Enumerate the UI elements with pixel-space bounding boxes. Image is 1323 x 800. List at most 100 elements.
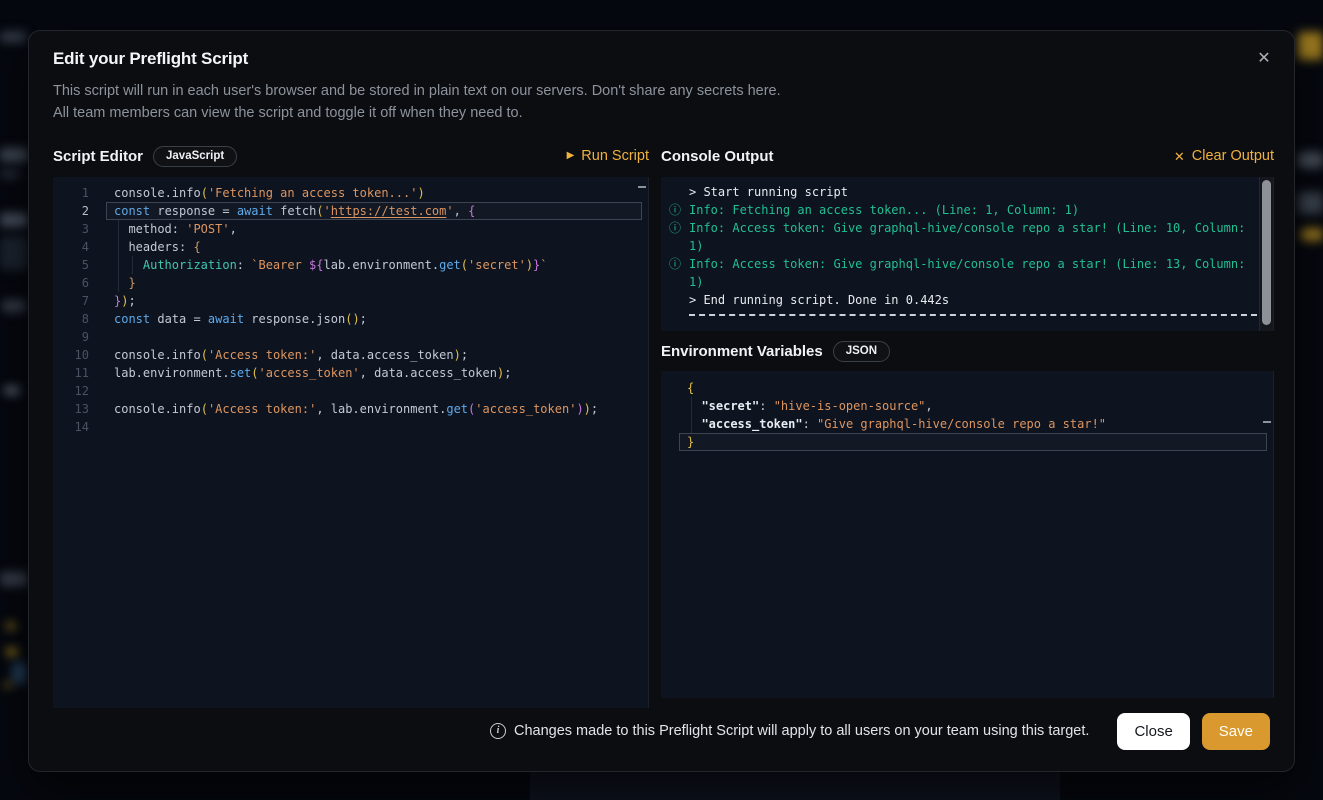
- clear-output-button[interactable]: ✕ Clear Output: [1174, 148, 1274, 164]
- code-line[interactable]: 12: [53, 382, 648, 400]
- run-script-button[interactable]: ▶ Run Script: [567, 148, 649, 164]
- javascript-badge: JavaScript: [153, 146, 237, 167]
- json-badge: JSON: [833, 341, 890, 362]
- background-blur: [0, 236, 28, 270]
- console-line-text: Info: Fetching an access token... (Line:…: [689, 201, 1257, 219]
- indent-guide: [687, 415, 701, 433]
- line-number: 6: [53, 274, 89, 292]
- console-scrollbar-thumb[interactable]: [1262, 180, 1271, 325]
- modal-title: Edit your Preflight Script: [53, 49, 1224, 69]
- active-line-highlight: [106, 202, 642, 220]
- console-output-panel[interactable]: > Start running scriptⓘInfo: Fetching an…: [661, 177, 1274, 331]
- save-button[interactable]: Save: [1202, 713, 1270, 750]
- code-line[interactable]: 11lab.environment.set('access_token', da…: [53, 364, 648, 382]
- script-editor[interactable]: 1console.info('Fetching an access token.…: [53, 177, 649, 708]
- footer-notice: i Changes made to this Preflight Script …: [490, 723, 1089, 739]
- line-number: 5: [53, 256, 89, 274]
- console-line: > Start running script: [669, 183, 1273, 201]
- line-number: 1: [53, 184, 89, 202]
- background-bottom-panel: [530, 772, 1060, 800]
- environment-variables-title: Environment Variables: [661, 343, 823, 360]
- console-line-indent: [669, 183, 689, 201]
- info-circle-icon: ⓘ: [669, 219, 689, 255]
- modal-description-line2: All team members can view the script and…: [53, 102, 1224, 124]
- background-blur: [0, 32, 26, 42]
- environment-variables-header: Environment Variables JSON: [661, 336, 1274, 366]
- line-number: 13: [53, 400, 89, 418]
- indent-guide: [128, 256, 142, 274]
- active-line-highlight: [679, 433, 1267, 451]
- code-line[interactable]: 14: [53, 418, 648, 436]
- indent-guide: [687, 397, 701, 415]
- modal-header: Edit your Preflight Script This script w…: [53, 49, 1224, 124]
- code-line[interactable]: 10console.info('Access token:', data.acc…: [53, 346, 648, 364]
- console-line-text: Info: Access token: Give graphql-hive/co…: [689, 255, 1257, 291]
- code-line[interactable]: 1console.info('Fetching an access token.…: [53, 184, 648, 202]
- background-blur: [0, 170, 20, 178]
- line-number: 12: [53, 382, 89, 400]
- script-editor-title: Script Editor: [53, 148, 143, 165]
- preflight-script-modal: ✕ Edit your Preflight Script This script…: [28, 30, 1295, 772]
- console-line: ⓘInfo: Access token: Give graphql-hive/c…: [669, 219, 1273, 255]
- close-button[interactable]: Close: [1117, 713, 1189, 750]
- code-line[interactable]: 3method: 'POST',: [53, 220, 648, 238]
- indent-guide: [114, 238, 128, 256]
- info-icon: i: [490, 723, 506, 739]
- code-line[interactable]: 13console.info('Access token:', lab.envi…: [53, 400, 648, 418]
- background-blur: [2, 300, 26, 312]
- console-line-text: > End running script. Done in 0.442s: [689, 291, 1257, 309]
- code-line[interactable]: 2const response = await fetch('https://t…: [53, 202, 648, 220]
- background-blur: [1301, 228, 1323, 241]
- background-blur: [1298, 152, 1323, 168]
- indent-guide: [114, 220, 128, 238]
- console-line: > End running script. Done in 0.442s: [669, 291, 1273, 309]
- modal-description-line1: This script will run in each user's brow…: [53, 80, 1224, 102]
- console-scrollbar[interactable]: [1259, 177, 1273, 331]
- script-editor-header: Script Editor JavaScript ▶ Run Script: [53, 141, 649, 171]
- line-number: 3: [53, 220, 89, 238]
- code-line[interactable]: 8const data = await response.json();: [53, 310, 648, 328]
- line-number: 2: [53, 202, 89, 220]
- code-line[interactable]: "secret": "hive-is-open-source",: [661, 397, 1273, 415]
- clear-icon: ✕: [1174, 150, 1185, 163]
- play-icon: ▶: [567, 151, 575, 161]
- run-script-label: Run Script: [581, 148, 649, 164]
- code-line[interactable]: {: [661, 379, 1273, 397]
- footer-notice-text: Changes made to this Preflight Script wi…: [514, 723, 1089, 739]
- modal-footer: i Changes made to this Preflight Script …: [53, 711, 1270, 751]
- code-line[interactable]: }: [661, 433, 1273, 451]
- console-line: ⓘInfo: Access token: Give graphql-hive/c…: [669, 255, 1273, 291]
- code-line[interactable]: "access_token": "Give graphql-hive/conso…: [661, 415, 1273, 433]
- console-output-title: Console Output: [661, 148, 774, 165]
- code-line[interactable]: 4headers: {: [53, 238, 648, 256]
- info-circle-icon: ⓘ: [669, 201, 689, 219]
- close-icon[interactable]: ✕: [1250, 45, 1278, 73]
- line-number: 11: [53, 364, 89, 382]
- background-blur: [4, 682, 12, 688]
- console-line-indent: [669, 291, 689, 309]
- background-blur: [1298, 192, 1323, 214]
- code-line[interactable]: 7});: [53, 292, 648, 310]
- console-separator: [689, 314, 1257, 316]
- indent-guide: [114, 274, 128, 292]
- code-line[interactable]: 5Authorization: `Bearer ${lab.environmen…: [53, 256, 648, 274]
- console-line: ⓘInfo: Fetching an access token... (Line…: [669, 201, 1273, 219]
- background-blur: [0, 148, 28, 162]
- background-blur: [0, 213, 28, 227]
- background-blur: [0, 572, 28, 586]
- code-line[interactable]: 6}: [53, 274, 648, 292]
- background-blur: [6, 622, 16, 630]
- line-number: 10: [53, 346, 89, 364]
- console-line-text: Info: Access token: Give graphql-hive/co…: [689, 219, 1257, 255]
- line-number: 4: [53, 238, 89, 256]
- code-line[interactable]: 9: [53, 328, 648, 346]
- background-blur: [12, 662, 26, 684]
- line-number: 14: [53, 418, 89, 436]
- background-blur: [1298, 32, 1323, 60]
- background-blur: [4, 386, 20, 395]
- info-circle-icon: ⓘ: [669, 255, 689, 291]
- clear-output-label: Clear Output: [1192, 148, 1274, 164]
- line-number: 9: [53, 328, 89, 346]
- environment-variables-editor[interactable]: {"secret": "hive-is-open-source","access…: [661, 371, 1274, 698]
- console-output-header: Console Output ✕ Clear Output: [661, 141, 1274, 171]
